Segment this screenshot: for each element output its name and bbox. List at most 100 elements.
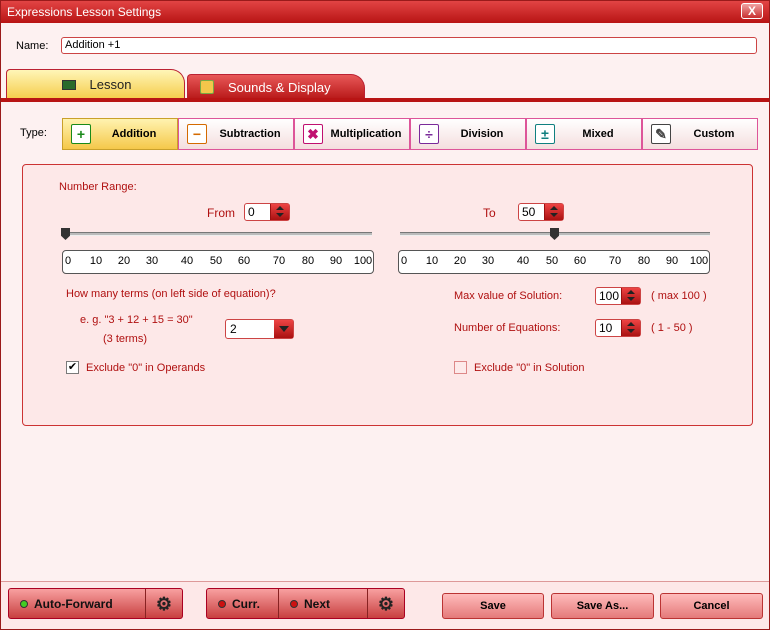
scale-tick-label: 50 [209,255,223,267]
curr-button[interactable]: Curr. [232,597,278,611]
save-button[interactable]: Save [442,593,544,619]
scale-tick-label: 30 [481,255,495,267]
scale-tick-label: 90 [665,255,679,267]
type-label: Type: [20,127,47,139]
scale-tick-label: 10 [89,255,103,267]
equations-label: Number of Equations: [454,322,561,334]
scale-tick-label: 70 [608,255,622,267]
checkmark-icon: ✔ [67,361,78,373]
type-custom-button[interactable]: ✎ Custom [642,118,758,150]
type-label-text: Division [460,128,504,140]
close-button[interactable]: X [741,3,763,19]
scale-tick-label: 20 [117,255,131,267]
scale-tick-label: 40 [516,255,530,267]
spin-arrows-icon[interactable] [621,320,640,336]
from-label: From [207,206,235,220]
to-spinner[interactable]: 50 [518,203,564,221]
equations-value: 10 [599,321,613,335]
exclude-operands-label: Exclude "0" in Operands [86,362,206,374]
tab-label: Sounds & Display [228,79,331,95]
tab-label: Lesson [89,77,132,92]
type-subtraction-button[interactable]: − Subtraction [178,118,294,150]
scale-tick-label: 100 [353,255,373,267]
plus-icon: + [71,124,91,144]
divide-icon: ÷ [419,124,439,144]
terms-example-note: (3 terms) [103,333,147,345]
scale-tick-label: 60 [237,255,251,267]
next-button[interactable]: Next [304,597,367,611]
chevron-down-icon[interactable] [274,320,293,338]
monitor-icon [62,80,76,90]
type-label-text: Addition [111,128,157,140]
number-range-title: Number Range: [59,181,137,193]
equations-hint: ( 1 - 50 ) [651,322,693,334]
mixed-icon: ± [535,124,555,144]
exclude-solution-checkbox[interactable] [454,361,467,374]
type-label-text: Multiplication [330,128,402,140]
tab-sounds-display[interactable]: Sounds & Display [187,74,365,99]
scale-tick-label: 0 [400,255,408,267]
scale-tick-label: 30 [145,255,159,267]
name-label: Name: [16,40,49,52]
auto-forward-button[interactable]: Auto-Forward ⚙ [8,588,183,619]
spin-arrows-icon[interactable] [621,288,640,304]
speaker-icon [200,80,214,94]
terms-dropdown[interactable]: 2 [225,319,294,339]
to-label: To [483,206,496,220]
status-dot-icon [218,599,226,608]
from-scale: 0 10 20 30 40 50 60 70 80 90 100 [62,250,374,274]
type-label-text: Mixed [582,128,614,140]
type-division-button[interactable]: ÷ Division [410,118,526,150]
max-solution-label: Max value of Solution: [454,290,563,302]
from-value: 0 [248,205,255,219]
equations-spinner[interactable]: 10 [595,319,641,337]
tab-divider [1,98,769,102]
scale-tick-label: 80 [301,255,315,267]
scale-tick-label: 10 [425,255,439,267]
curr-next-group: Curr. Next ⚙ [206,588,405,619]
window-title: Expressions Lesson Settings [7,5,162,19]
exclude-solution-label: Exclude "0" in Solution [474,362,585,374]
scale-tick-label: 50 [545,255,559,267]
scale-tick-label: 60 [573,255,587,267]
spin-arrows-icon[interactable] [270,204,289,220]
max-solution-hint: ( max 100 ) [651,290,707,302]
cancel-button[interactable]: Cancel [660,593,763,619]
gear-icon[interactable]: ⚙ [376,594,396,614]
terms-example: e. g. "3 + 12 + 15 = 30" [80,314,193,326]
scale-tick-label: 40 [180,255,194,267]
title-bar: Expressions Lesson Settings [1,1,769,23]
pencil-icon: ✎ [651,124,671,144]
scale-tick-label: 100 [689,255,709,267]
from-slider-track[interactable] [64,232,372,236]
scale-tick-label: 90 [329,255,343,267]
settings-window: Expressions Lesson Settings X Name: Addi… [0,0,770,630]
gear-icon[interactable]: ⚙ [154,594,174,614]
max-solution-spinner[interactable]: 100 [595,287,641,305]
tab-lesson[interactable]: Lesson [6,69,185,99]
scale-tick-label: 0 [64,255,72,267]
from-spinner[interactable]: 0 [244,203,290,221]
to-value: 50 [522,205,536,219]
max-solution-value: 100 [599,289,620,303]
scale-tick-label: 20 [453,255,467,267]
multiply-icon: ✖ [303,124,323,144]
status-dot-icon [290,599,298,608]
scale-tick-label: 70 [272,255,286,267]
scale-tick-label: 80 [637,255,651,267]
name-input[interactable]: Addition +1 [61,37,757,54]
to-scale: 0 10 20 30 40 50 60 70 80 90 100 [398,250,710,274]
minus-icon: − [187,124,207,144]
terms-value: 2 [230,322,237,336]
terms-question: How many terms (on left side of equation… [66,288,276,300]
type-label-text: Subtraction [219,128,281,140]
auto-forward-label: Auto-Forward [34,596,113,611]
type-mixed-button[interactable]: ± Mixed [526,118,642,150]
save-as-button[interactable]: Save As... [551,593,654,619]
type-addition-button[interactable]: + Addition [62,118,178,150]
spin-arrows-icon[interactable] [544,204,563,220]
status-dot-icon [20,599,28,608]
exclude-operands-checkbox[interactable]: ✔ [66,361,79,374]
type-multiplication-button[interactable]: ✖ Multiplication [294,118,410,150]
type-label-text: Custom [693,128,735,140]
